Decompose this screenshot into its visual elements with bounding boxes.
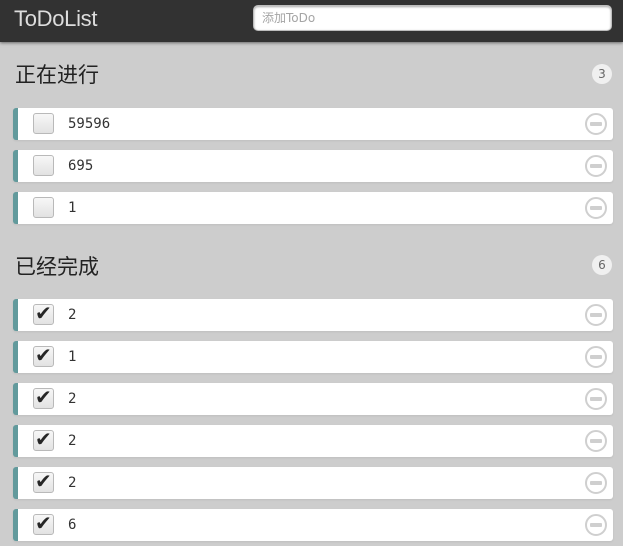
check-icon: ✔ [35,469,52,493]
todo-checkbox[interactable]: ✔ [33,469,54,493]
remove-button[interactable] [585,430,607,452]
remove-icon [590,397,602,401]
remove-button[interactable] [585,346,607,368]
remove-icon [590,122,602,126]
todo-item: ✔ 2 [13,425,613,457]
remove-button[interactable] [585,197,607,219]
ongoing-count-badge: 3 [592,64,612,84]
remove-icon [590,313,602,317]
todo-text[interactable]: 6 [68,509,76,542]
todo-text[interactable]: 1 [68,341,76,374]
remove-icon [590,523,602,527]
todo-text[interactable]: 1 [68,192,76,225]
todo-item: ✔ 2 [13,299,613,331]
remove-button[interactable] [585,304,607,326]
ongoing-section-title: 正在进行 [15,63,99,87]
todo-checkbox[interactable]: ✔ [33,511,54,535]
remove-button[interactable] [585,388,607,410]
todo-checkbox[interactable]: ✔ [33,427,54,451]
todo-item: ✔ 1 [13,341,613,373]
todo-text[interactable]: 2 [68,299,76,332]
todo-checkbox[interactable]: ✔ [33,385,54,409]
done-count-badge: 6 [592,255,612,275]
remove-icon [590,439,602,443]
remove-button[interactable] [585,155,607,177]
remove-icon [590,206,602,210]
todo-item: ✔ 59596 [13,108,613,140]
todo-checkbox[interactable]: ✔ [33,343,54,367]
check-icon: ✔ [35,301,52,325]
todo-text[interactable]: 2 [68,467,76,500]
remove-button[interactable] [585,113,607,135]
check-icon: ✔ [35,511,52,535]
remove-button[interactable] [585,514,607,536]
app-title: ToDoList [14,6,98,31]
todo-item: ✔ 1 [13,192,613,224]
todo-item: ✔ 2 [13,383,613,415]
remove-icon [590,355,602,359]
remove-icon [590,164,602,168]
remove-button[interactable] [585,472,607,494]
todo-checkbox[interactable]: ✔ [33,197,54,218]
todo-item: ✔ 6 [13,509,613,541]
check-icon: ✔ [35,343,52,367]
todo-text[interactable]: 2 [68,383,76,416]
todo-checkbox[interactable]: ✔ [33,113,54,134]
check-icon: ✔ [35,427,52,451]
todo-checkbox[interactable]: ✔ [33,155,54,176]
todo-checkbox[interactable]: ✔ [33,301,54,325]
todo-text[interactable]: 695 [68,150,93,183]
done-section-title: 已经完成 [15,255,99,279]
todo-text[interactable]: 2 [68,425,76,458]
check-icon: ✔ [35,385,52,409]
app-header: ToDoList [0,0,623,42]
remove-icon [590,481,602,485]
todo-item: ✔ 695 [13,150,613,182]
add-todo-input[interactable] [253,5,612,31]
todo-text[interactable]: 59596 [68,108,110,141]
todo-item: ✔ 2 [13,467,613,499]
